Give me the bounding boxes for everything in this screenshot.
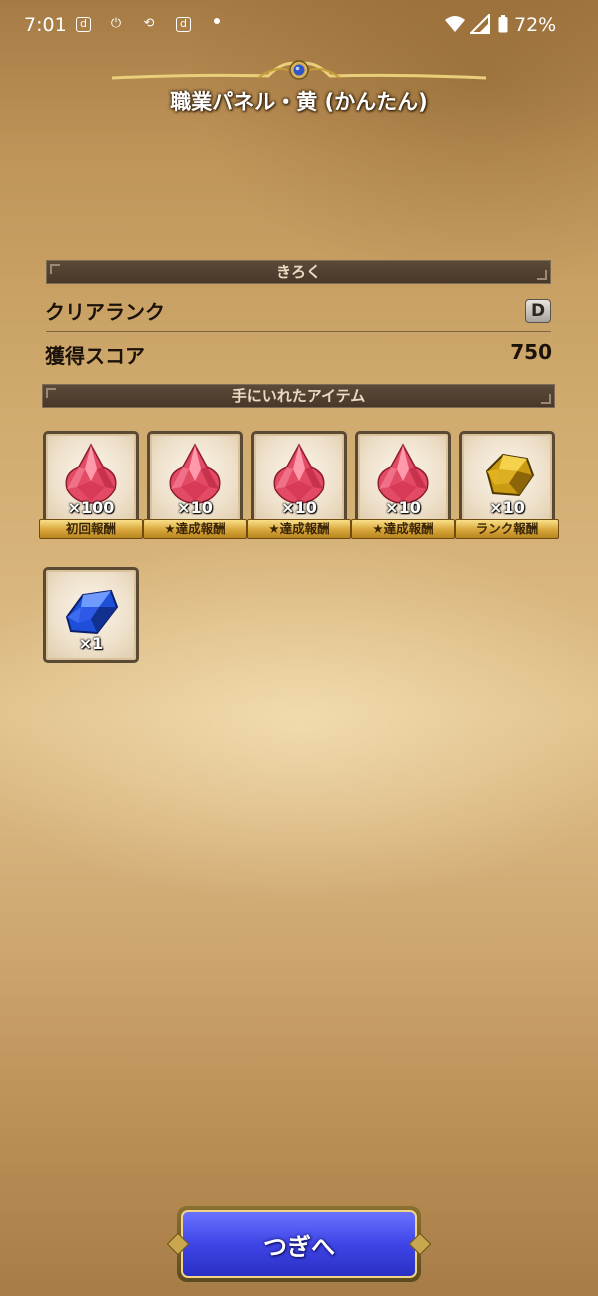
item-quantity: ×10 (177, 498, 213, 517)
item-card[interactable]: ×1 (43, 567, 139, 663)
item-tag: ★達成報酬 (247, 519, 351, 539)
record-section-title: きろく (275, 263, 321, 281)
item-quantity: ×100 (67, 498, 115, 517)
item-quantity: ×1 (78, 634, 104, 653)
score-label: 獲得スコア (45, 344, 145, 368)
clear-rank-badge: D (525, 299, 551, 323)
score-value: 750 (510, 340, 552, 364)
item-tag: ランク報酬 (455, 519, 559, 539)
item-quantity: ×10 (489, 498, 525, 517)
header-ornament (111, 60, 487, 80)
status-bar: 7:01 d ⏻ ⟲ d 72% (0, 0, 598, 52)
row-divider (46, 331, 551, 332)
status-time: 7:01 (24, 14, 67, 36)
corner-ornament (537, 270, 547, 280)
item-tag: ★達成報酬 (351, 519, 455, 539)
item-card[interactable]: ×10 ★達成報酬 (247, 431, 351, 539)
item-quantity: ×10 (281, 498, 317, 517)
clear-rank-label: クリアランク (45, 300, 165, 324)
corner-ornament (541, 394, 551, 404)
wifi-icon (445, 16, 465, 32)
signal-icon (470, 14, 490, 34)
items-section-title: 手にいれたアイテム (231, 387, 366, 405)
battery-icon (498, 15, 508, 33)
items-section-header: 手にいれたアイテム (42, 384, 555, 408)
dot-icon (214, 18, 220, 24)
corner-ornament (50, 264, 60, 274)
record-section-header: きろく (46, 260, 551, 284)
item-card[interactable]: ×10 ★達成報酬 (351, 431, 455, 539)
battery-percent: 72% (514, 14, 557, 36)
page-title: 職業パネル・黄 (かんたん) (170, 90, 428, 114)
item-quantity: ×10 (385, 498, 421, 517)
next-button-label: つぎへ (263, 1232, 335, 1261)
item-tag: ★達成報酬 (143, 519, 247, 539)
docomo-d-icon: d (176, 17, 191, 32)
corner-ornament (46, 388, 56, 398)
item-card[interactable]: ×100 初回報酬 (39, 431, 143, 539)
item-card[interactable]: ×10 ランク報酬 (455, 431, 559, 539)
item-tag: 初回報酬 (39, 519, 143, 539)
sync-icon: ⟲ (143, 16, 155, 31)
power-icon: ⏻ (110, 16, 122, 31)
docomo-d-icon: d (76, 17, 91, 32)
item-card[interactable]: ×10 ★達成報酬 (143, 431, 247, 539)
next-button[interactable]: つぎへ (166, 1206, 432, 1282)
next-button-face[interactable]: つぎへ (181, 1210, 417, 1278)
